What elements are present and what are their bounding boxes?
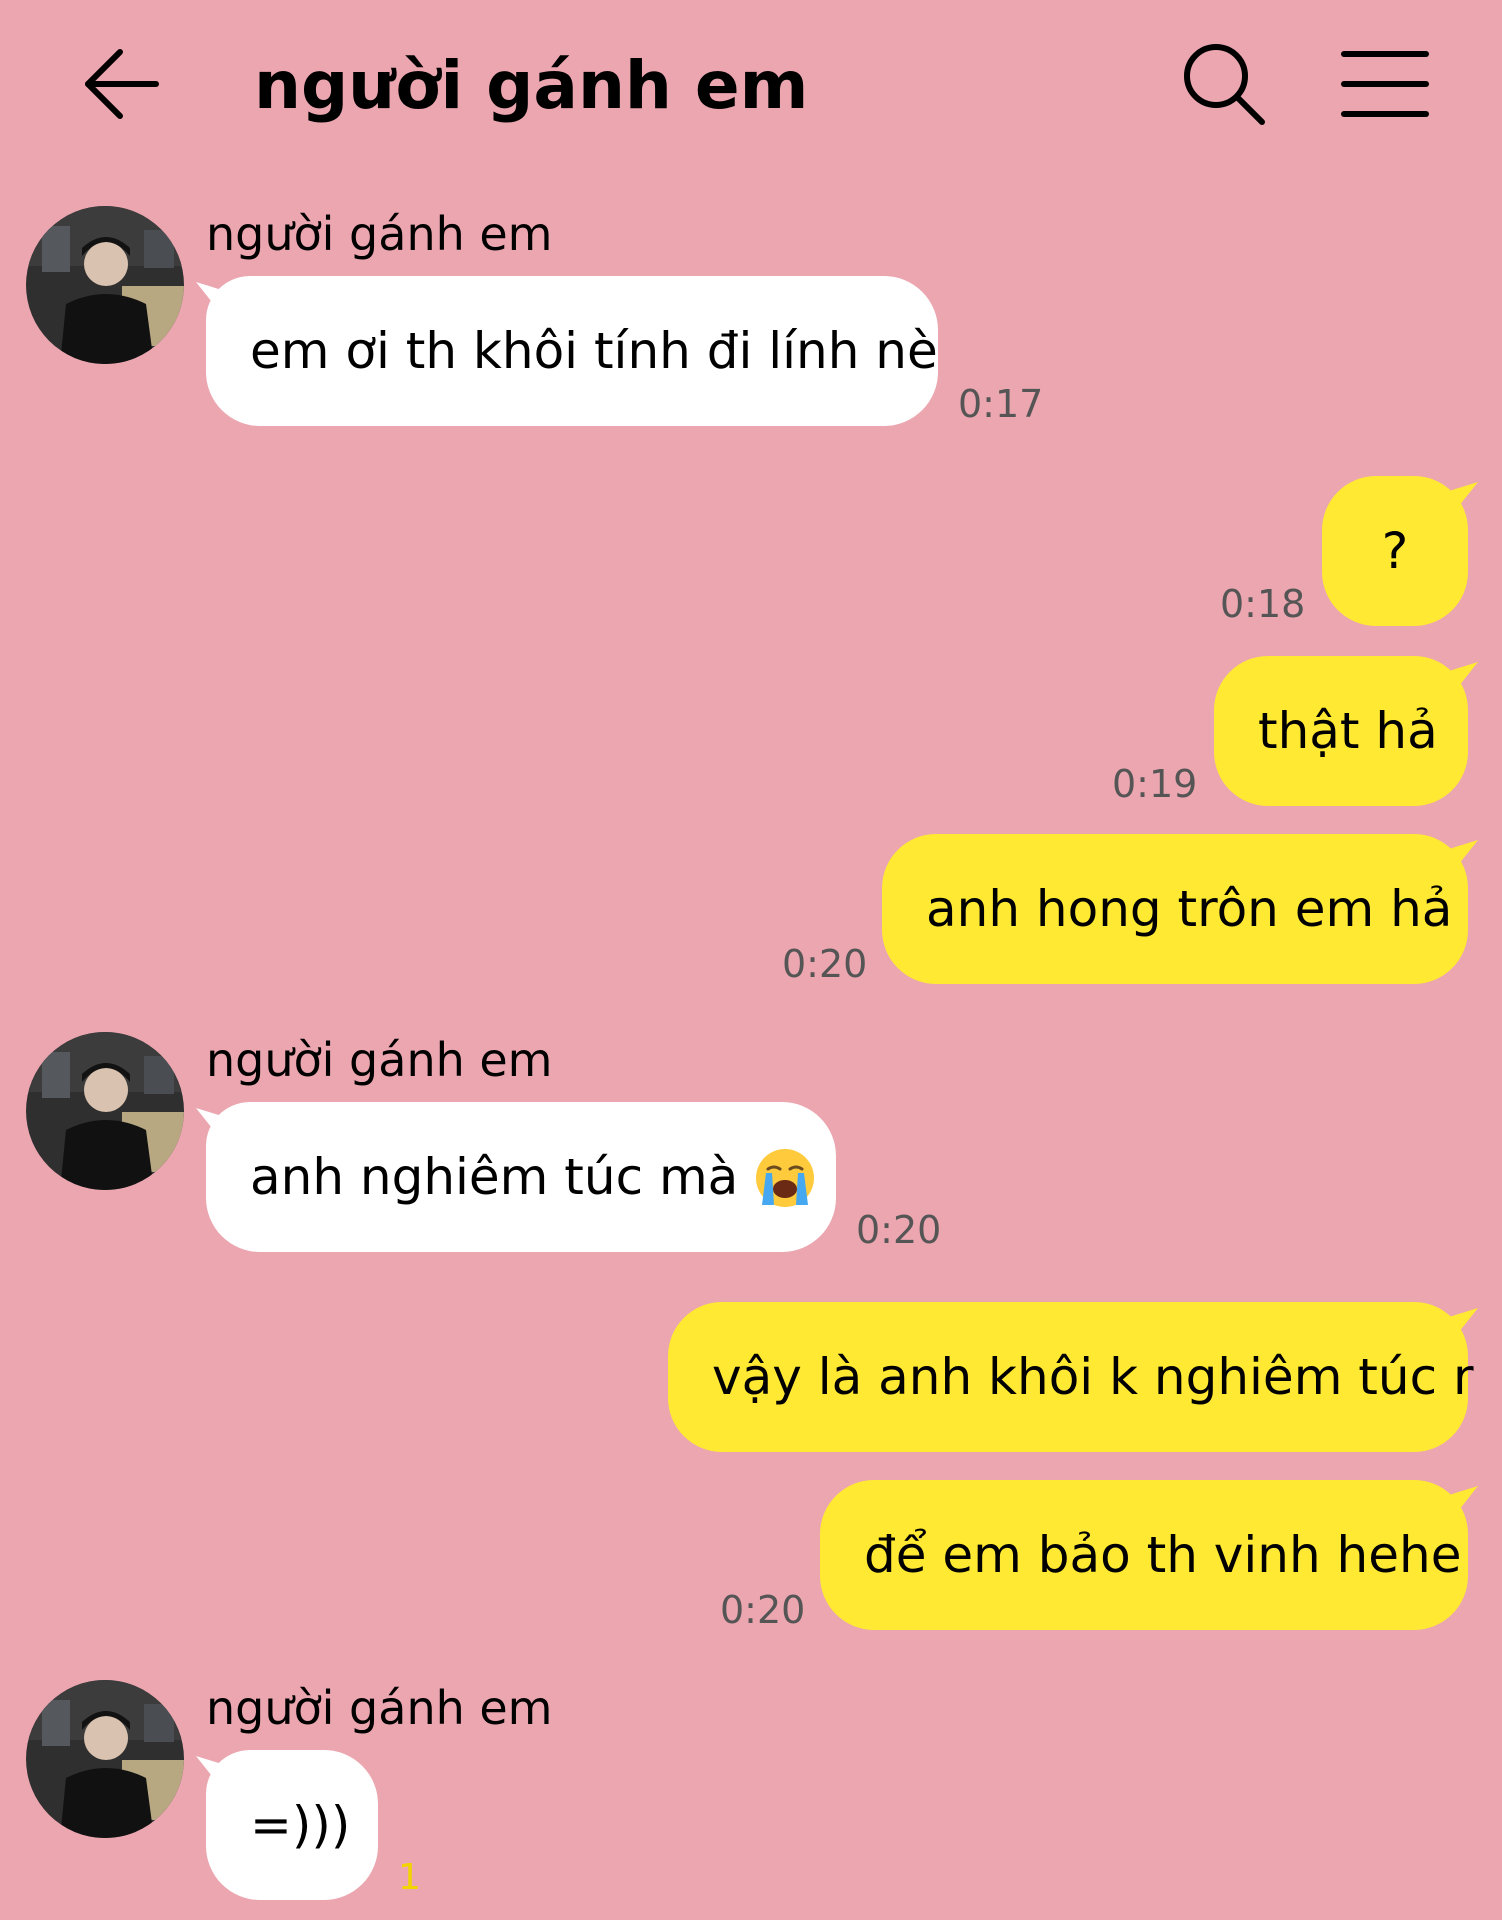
- outgoing-message-bubble[interactable]: ?: [1322, 476, 1468, 626]
- avatar[interactable]: [26, 206, 184, 364]
- message-timestamp: 0:19: [1112, 762, 1198, 806]
- profile-photo: [26, 1032, 184, 1190]
- profile-photo: [26, 206, 184, 364]
- avatar[interactable]: [26, 1032, 184, 1190]
- chat-title: người gánh em: [254, 47, 809, 124]
- loudly-crying-face-emoji: [756, 1148, 815, 1207]
- message-timestamp: 0:17: [958, 382, 1044, 426]
- sender-name: người gánh em: [206, 207, 553, 261]
- sender-name: người gánh em: [206, 1681, 553, 1735]
- outgoing-message-bubble[interactable]: để em bảo th vinh hehe: [820, 1480, 1468, 1630]
- arrow-left-icon: [85, 49, 159, 119]
- incoming-message-bubble[interactable]: =))): [206, 1750, 378, 1900]
- outgoing-message-bubble[interactable]: anh hong trôn em hả: [882, 834, 1468, 984]
- hamburger-menu-icon: [1341, 51, 1429, 117]
- unread-count: 1: [398, 1857, 421, 1898]
- outgoing-message-bubble[interactable]: thật hả: [1214, 656, 1468, 806]
- search-icon: [1184, 44, 1265, 125]
- menu-button[interactable]: [1340, 44, 1430, 124]
- message-timestamp: 0:20: [856, 1208, 942, 1252]
- search-button[interactable]: [1180, 40, 1270, 130]
- message-text: anh nghiêm túc mà: [250, 1148, 739, 1206]
- chat-header: người gánh em: [0, 0, 1502, 170]
- profile-photo: [26, 1680, 184, 1838]
- incoming-message-bubble[interactable]: em ơi th khôi tính đi lính nè: [206, 276, 938, 426]
- message-timestamp: 0:20: [782, 942, 868, 986]
- outgoing-message-bubble[interactable]: vậy là anh khôi k nghiêm túc r: [668, 1302, 1474, 1452]
- message-timestamp: 0:18: [1220, 582, 1306, 626]
- avatar[interactable]: [26, 1680, 184, 1838]
- sender-name: người gánh em: [206, 1033, 553, 1087]
- incoming-message-bubble[interactable]: anh nghiêm túc mà: [206, 1102, 836, 1252]
- back-button[interactable]: [80, 42, 164, 126]
- message-timestamp: 0:20: [720, 1588, 806, 1632]
